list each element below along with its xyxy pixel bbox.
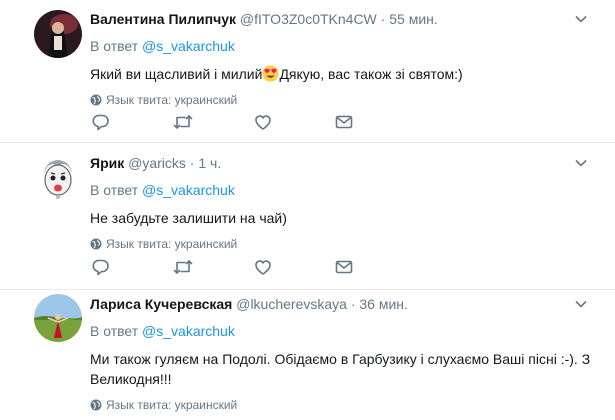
direct-message-button[interactable] bbox=[335, 112, 416, 132]
avatar[interactable] bbox=[34, 294, 82, 342]
envelope-icon bbox=[335, 115, 353, 129]
language-note: Язык твита: украинский bbox=[90, 236, 605, 252]
heart-eyes-emoji-icon bbox=[262, 65, 280, 82]
chevron-down-icon[interactable] bbox=[575, 298, 587, 310]
envelope-icon bbox=[335, 260, 353, 274]
chevron-down-icon[interactable] bbox=[575, 157, 587, 169]
language-label: Язык твита: украинский bbox=[106, 93, 238, 107]
avatar-photo bbox=[34, 294, 82, 342]
retweet-button[interactable] bbox=[173, 112, 254, 132]
language-label: Язык твита: украинский bbox=[106, 398, 238, 412]
direct-message-button[interactable] bbox=[335, 257, 416, 277]
reply-icon bbox=[92, 259, 109, 276]
reply-button[interactable] bbox=[92, 257, 173, 277]
separator: · bbox=[350, 296, 356, 312]
avatar-photo bbox=[34, 10, 82, 58]
timestamp[interactable]: 1 ч. bbox=[198, 155, 221, 171]
globe-icon bbox=[90, 399, 102, 411]
reply-context: В ответ @s_vakarchuk bbox=[90, 37, 605, 55]
tweet-header: Валентина Пилипчук @fITO3Z0c0TKn4CW · 55… bbox=[90, 10, 605, 28]
heart-icon bbox=[255, 115, 271, 130]
reply-prefix: В ответ bbox=[90, 38, 139, 54]
tweet-actions bbox=[92, 257, 416, 277]
reply-button[interactable] bbox=[92, 112, 173, 132]
avatar[interactable] bbox=[34, 155, 82, 203]
language-note: Язык твита: украинский bbox=[90, 92, 605, 108]
tweet-actions bbox=[92, 112, 416, 132]
reply-icon bbox=[92, 114, 109, 131]
timestamp[interactable]: 36 мин. bbox=[359, 296, 408, 312]
retweet-button[interactable] bbox=[173, 257, 254, 277]
tweet-header: Ярик @yaricks · 1 ч. bbox=[90, 154, 605, 172]
tweet-text-part: Дякую, вас також зі святом:) bbox=[279, 66, 463, 82]
tweet[interactable]: Ярик @yaricks · 1 ч. В ответ @s_vakarchu… bbox=[0, 143, 615, 290]
reply-context: В ответ @s_vakarchuk bbox=[90, 322, 605, 340]
reply-mention-link[interactable]: @s_vakarchuk bbox=[142, 323, 235, 339]
chevron-down-icon[interactable] bbox=[575, 13, 587, 25]
avatar[interactable] bbox=[34, 10, 82, 58]
author-username[interactable]: @fITO3Z0c0TKn4CW bbox=[240, 11, 377, 27]
author-fullname[interactable]: Валентина Пилипчук bbox=[90, 11, 236, 27]
tweet[interactable]: Валентина Пилипчук @fITO3Z0c0TKn4CW · 55… bbox=[0, 0, 615, 143]
globe-icon bbox=[90, 238, 102, 250]
tweet-text: Не забудьте залишити на чай) bbox=[90, 210, 287, 226]
tweet-text-part: Який ви щасливий і милий bbox=[90, 66, 263, 82]
language-label: Язык твита: украинский bbox=[106, 237, 238, 251]
tweet-header: Лариса Кучеревская @lkucherevskaya · 36 … bbox=[90, 295, 605, 313]
reply-prefix: В ответ bbox=[90, 182, 139, 198]
tweet-feed: Валентина Пилипчук @fITO3Z0c0TKn4CW · 55… bbox=[0, 0, 615, 420]
retweet-icon bbox=[173, 115, 193, 129]
reply-mention-link[interactable]: @s_vakarchuk bbox=[142, 38, 235, 54]
reply-mention-link[interactable]: @s_vakarchuk bbox=[142, 182, 235, 198]
author-username[interactable]: @yaricks bbox=[128, 155, 186, 171]
retweet-icon bbox=[173, 260, 193, 274]
separator: · bbox=[380, 11, 386, 27]
avatar-cartoon bbox=[34, 155, 82, 203]
reply-context: В ответ @s_vakarchuk bbox=[90, 181, 605, 199]
globe-icon bbox=[90, 94, 102, 106]
like-button[interactable] bbox=[254, 257, 335, 277]
tweet-text: Ми також гуляєм на Подолі. Обідаємо в Га… bbox=[90, 351, 591, 387]
author-fullname[interactable]: Ярик bbox=[90, 155, 124, 171]
like-button[interactable] bbox=[254, 112, 335, 132]
author-username[interactable]: @lkucherevskaya bbox=[236, 296, 347, 312]
tweet-text: Який ви щасливий і милий Дякую, вас також… bbox=[90, 64, 605, 84]
reply-prefix: В ответ bbox=[90, 323, 139, 339]
heart-icon bbox=[255, 260, 271, 275]
author-fullname[interactable]: Лариса Кучеревская bbox=[90, 296, 232, 312]
separator: · bbox=[189, 155, 195, 171]
language-note: Язык твита: украинский bbox=[90, 397, 605, 413]
tweet[interactable]: Лариса Кучеревская @lkucherevskaya · 36 … bbox=[0, 290, 615, 420]
timestamp[interactable]: 55 мин. bbox=[389, 11, 438, 27]
